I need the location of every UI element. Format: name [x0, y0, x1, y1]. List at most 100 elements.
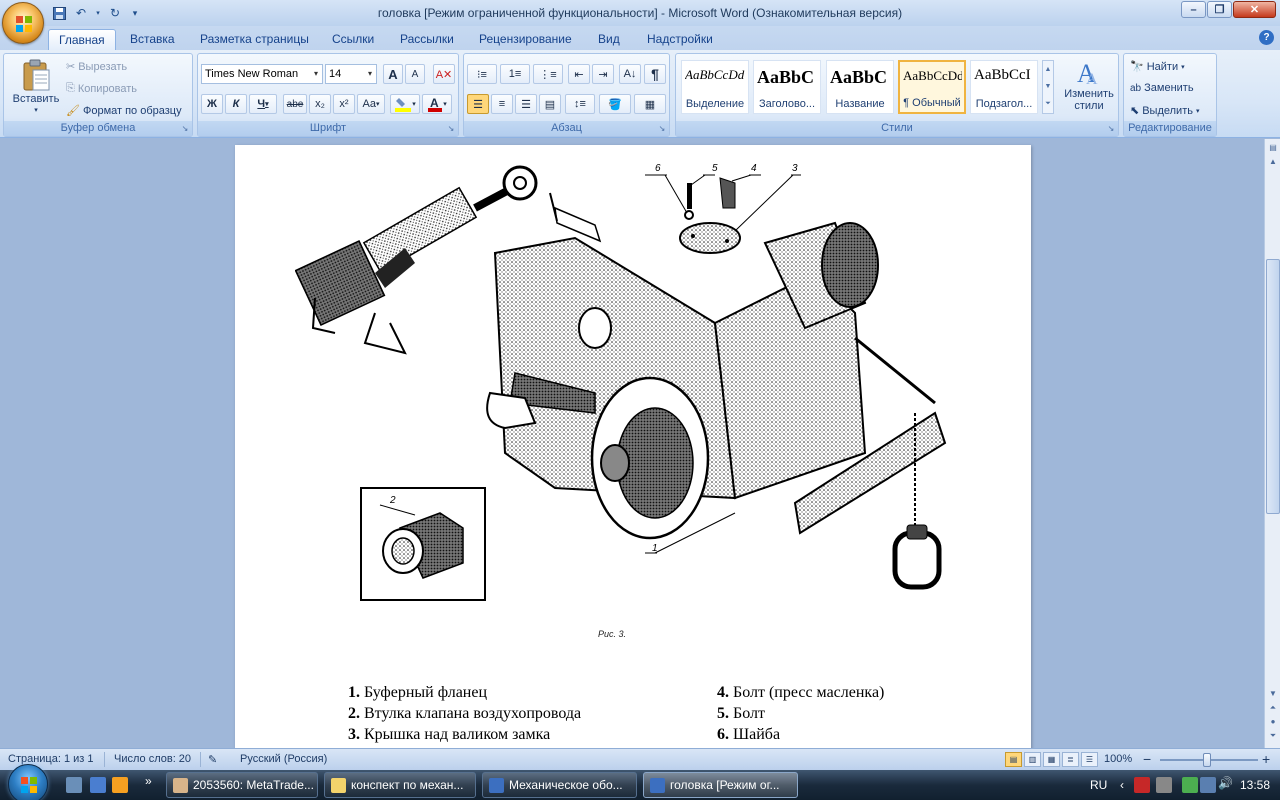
next-page-icon[interactable]: ⏷	[1266, 729, 1280, 743]
zoom-slider-thumb[interactable]	[1203, 753, 1211, 767]
style-heading[interactable]: AaBbC Заголово...	[753, 60, 821, 114]
decrease-indent-button[interactable]: ⇤	[568, 64, 590, 84]
clipboard-launcher-icon[interactable]: ↘	[180, 124, 190, 134]
tab-references[interactable]: Ссылки	[322, 29, 384, 50]
tab-review[interactable]: Рецензирование	[469, 29, 582, 50]
volume-icon[interactable]: 🔊	[1218, 776, 1233, 790]
sort-button[interactable]: A↓	[619, 64, 641, 84]
word-count[interactable]: Число слов: 20	[114, 753, 191, 765]
change-styles-button[interactable]: AA Изменить стили	[1060, 58, 1118, 112]
grow-font-button[interactable]: A	[383, 64, 403, 84]
shading-button[interactable]: 🪣	[599, 94, 631, 114]
tab-addins[interactable]: Надстройки	[637, 29, 723, 50]
prev-page-icon[interactable]: ⏶	[1266, 701, 1280, 715]
print-layout-view-icon[interactable]: ▤	[1005, 752, 1022, 767]
paste-button[interactable]: Вставить ▾	[8, 58, 64, 114]
zoom-in-button[interactable]: +	[1262, 751, 1270, 767]
taskbar-item-konspekt[interactable]: конспект по механ...	[324, 772, 476, 798]
replace-button[interactable]: ab Заменить	[1130, 82, 1194, 94]
ruler-toggle-icon[interactable]: ▤	[1266, 141, 1280, 155]
multilevel-list-button[interactable]: ⋮≡	[533, 64, 563, 84]
cut-button[interactable]: ✂ Вырезать	[66, 60, 127, 74]
scroll-down-icon[interactable]: ▼	[1266, 687, 1280, 701]
borders-button[interactable]: ▦	[634, 94, 666, 114]
paragraph-launcher-icon[interactable]: ↘	[657, 124, 667, 134]
style-subtitle[interactable]: AaBbCcI Подзагол...	[970, 60, 1038, 114]
tab-view[interactable]: Вид	[588, 29, 630, 50]
font-launcher-icon[interactable]: ↘	[446, 124, 456, 134]
tab-home[interactable]: Главная	[48, 29, 116, 50]
bullets-button[interactable]: ⁝≡	[467, 64, 497, 84]
copy-button[interactable]: ⎘ Копировать	[66, 82, 137, 95]
bold-button[interactable]: Ж	[201, 94, 223, 114]
figure-caption: Рис. 3.	[598, 629, 627, 639]
tray-expand-icon[interactable]: ‹	[1120, 778, 1124, 792]
style-emphasis[interactable]: AaBbCcDd Выделение	[681, 60, 749, 114]
office-button[interactable]	[2, 2, 44, 44]
tab-mailings[interactable]: Рассылки	[390, 29, 464, 50]
subscript-button[interactable]: x₂	[309, 94, 331, 114]
italic-button[interactable]: К	[225, 94, 247, 114]
zoom-out-button[interactable]: −	[1143, 751, 1151, 767]
restore-button[interactable]: ❐	[1207, 1, 1232, 18]
tab-page-layout[interactable]: Разметка страницы	[190, 29, 319, 50]
zoom-level[interactable]: 100%	[1104, 753, 1132, 765]
shrink-font-button[interactable]: A	[405, 64, 425, 84]
quicklaunch-media-icon[interactable]	[112, 777, 128, 793]
line-spacing-button[interactable]: ↕≡	[565, 94, 595, 114]
change-case-button[interactable]: Aa ▾	[357, 94, 385, 114]
minimize-button[interactable]: –	[1181, 1, 1206, 18]
taskbar-item-mechanical[interactable]: Механическое обо...	[482, 772, 637, 798]
tray-monitor-icon[interactable]	[1200, 777, 1216, 793]
document-page[interactable]: 6 5 4 3 2 1 Рис. 3. 1. Буферный фланец 2…	[235, 145, 1031, 748]
align-center-button[interactable]: ≡	[491, 94, 513, 114]
tray-app-icon[interactable]	[1156, 777, 1172, 793]
network-icon[interactable]	[1182, 777, 1198, 793]
taskbar-item-golovka[interactable]: головка [Режим ог...	[643, 772, 798, 798]
language-indicator[interactable]: Русский (Россия)	[240, 753, 327, 765]
find-button[interactable]: 🔭 Найти ▾	[1130, 60, 1185, 74]
clear-formatting-button[interactable]: A✕	[433, 64, 455, 84]
clock[interactable]: 13:58	[1240, 778, 1270, 792]
draft-view-icon[interactable]: ☰	[1081, 752, 1098, 767]
outline-view-icon[interactable]: ≣	[1062, 752, 1079, 767]
quicklaunch-explorer-icon[interactable]	[90, 777, 106, 793]
style-title[interactable]: AaBbC Название	[826, 60, 894, 114]
antivirus-icon[interactable]	[1134, 777, 1150, 793]
font-size-select[interactable]: 14 ▾	[325, 64, 377, 84]
increase-indent-button[interactable]: ⇥	[592, 64, 614, 84]
close-button[interactable]: ✕	[1233, 1, 1276, 18]
web-layout-icon[interactable]: ▦	[1043, 752, 1060, 767]
full-screen-reading-icon[interactable]: ▥	[1024, 752, 1041, 767]
highlight-button[interactable]: ▾	[390, 94, 420, 114]
scroll-thumb[interactable]	[1266, 259, 1280, 514]
browse-object-icon[interactable]: ●	[1266, 715, 1280, 729]
style-normal[interactable]: AaBbCcDd ¶ Обычный	[898, 60, 966, 114]
font-color-button[interactable]: A ▾	[422, 94, 452, 114]
show-formatting-button[interactable]: ¶	[644, 64, 666, 84]
select-button[interactable]: ⬉ Выделить ▾	[1130, 104, 1199, 118]
start-button[interactable]	[8, 764, 48, 800]
format-painter-button[interactable]: 🖌 Формат по образцу	[66, 104, 182, 118]
align-left-button[interactable]: ☰	[467, 94, 489, 114]
show-desktop-icon[interactable]	[66, 777, 82, 793]
tab-insert[interactable]: Вставка	[120, 29, 185, 50]
strikethrough-button[interactable]: abe	[283, 94, 307, 114]
styles-launcher-icon[interactable]: ↘	[1106, 124, 1116, 134]
font-family-select[interactable]: Times New Roman ▾	[201, 64, 323, 84]
page-count[interactable]: Страница: 1 из 1	[8, 753, 94, 765]
taskbar-item-metatrader[interactable]: 2053560: MetaTrade...	[166, 772, 318, 798]
help-icon[interactable]: ?	[1259, 30, 1274, 45]
vertical-scrollbar[interactable]: ▤ ▲ ▼ ⏶ ● ⏷	[1264, 139, 1280, 748]
proofing-icon[interactable]: ✎	[208, 753, 217, 766]
scroll-up-icon[interactable]: ▲	[1266, 155, 1280, 169]
language-indicator-tray[interactable]: RU	[1090, 778, 1107, 792]
align-right-button[interactable]: ☰	[515, 94, 537, 114]
underline-button[interactable]: Ч ▾	[249, 94, 277, 114]
quicklaunch-more-icon[interactable]: »	[145, 774, 152, 788]
superscript-button[interactable]: x²	[333, 94, 355, 114]
numbering-button[interactable]: 1≡	[500, 64, 530, 84]
styles-scroll[interactable]: ▲ ▼ ⏷	[1042, 60, 1054, 114]
legend-text: Крышка над валиком замка	[364, 726, 551, 743]
justify-button[interactable]: ▤	[539, 94, 561, 114]
